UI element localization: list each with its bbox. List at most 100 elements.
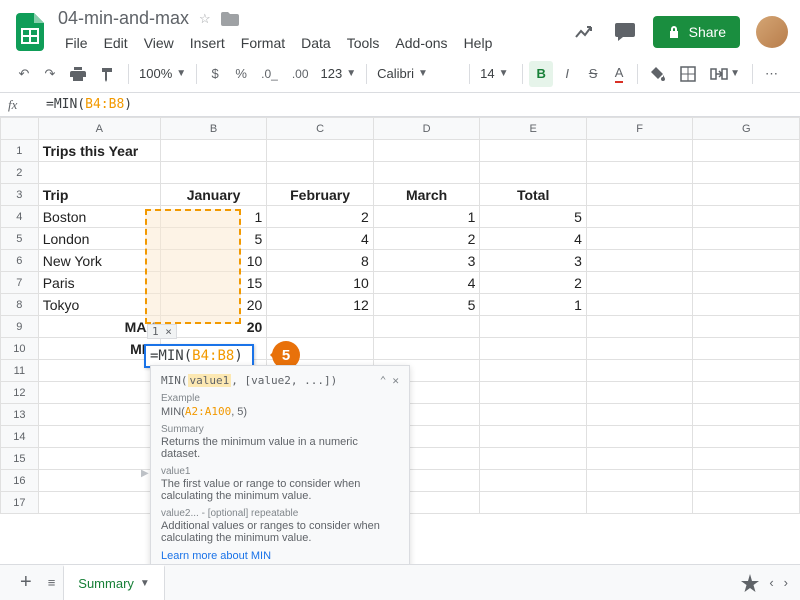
number-format-select[interactable]: 123▼ [317, 64, 361, 83]
col-B[interactable]: B [160, 118, 267, 140]
cell-C8[interactable]: 12 [267, 294, 374, 316]
cell-B3[interactable]: January [160, 184, 267, 206]
col-D[interactable]: D [373, 118, 480, 140]
avatar[interactable] [756, 16, 788, 48]
col-A[interactable]: A [38, 118, 160, 140]
bold-button[interactable]: B [529, 61, 553, 87]
row-7[interactable]: 7 [1, 272, 39, 294]
cell-C3[interactable]: February [267, 184, 374, 206]
cell-A7[interactable]: Paris [38, 272, 160, 294]
explore-icon[interactable] [741, 574, 759, 592]
menu-format[interactable]: Format [234, 31, 292, 55]
cell-D8[interactable]: 5 [373, 294, 480, 316]
cell-E4[interactable]: 5 [480, 206, 587, 228]
more-button[interactable]: ⋯ [759, 61, 784, 87]
row-3[interactable]: 3 [1, 184, 39, 206]
menu-file[interactable]: File [58, 31, 95, 55]
fx-icon[interactable]: fx [0, 97, 40, 113]
cell-E3[interactable]: Total [480, 184, 587, 206]
row-11[interactable]: 11 [1, 360, 39, 382]
cell-A9[interactable]: MAX [38, 316, 160, 338]
cell-A6[interactable]: New York [38, 250, 160, 272]
percent-icon[interactable]: % [229, 61, 253, 87]
cell-A8[interactable]: Tokyo [38, 294, 160, 316]
cell-A4[interactable]: Boston [38, 206, 160, 228]
move-folder-icon[interactable] [221, 12, 239, 26]
row-8[interactable]: 8 [1, 294, 39, 316]
row-12[interactable]: 12 [1, 382, 39, 404]
borders-button[interactable] [674, 61, 702, 87]
col-E[interactable]: E [480, 118, 587, 140]
col-G[interactable]: G [693, 118, 800, 140]
row-9[interactable]: 9 [1, 316, 39, 338]
cell-A5[interactable]: London [38, 228, 160, 250]
cell-E6[interactable]: 3 [480, 250, 587, 272]
cell-E7[interactable]: 2 [480, 272, 587, 294]
sheet-tab-menu-icon[interactable]: ▼ [140, 578, 150, 589]
comments-icon[interactable] [613, 20, 637, 44]
undo-icon[interactable]: ↶ [12, 61, 36, 87]
cell-B5[interactable]: 5 [160, 228, 267, 250]
text-color-button[interactable]: A [607, 61, 631, 87]
cell-C4[interactable]: 2 [267, 206, 374, 228]
sheet-tab-summary[interactable]: Summary ▼ [63, 565, 165, 600]
formula-input[interactable]: =MIN(B4:B8) [40, 95, 800, 114]
redo-icon[interactable]: ↷ [38, 61, 62, 87]
chevron-right-icon[interactable]: ▶ [141, 468, 149, 479]
close-icon[interactable]: ✕ [392, 374, 399, 387]
add-sheet-button[interactable]: + [12, 567, 40, 598]
cell-C5[interactable]: 4 [267, 228, 374, 250]
cell-A10[interactable]: MIN [38, 338, 160, 360]
cell-D5[interactable]: 2 [373, 228, 480, 250]
explore-trend-icon[interactable] [573, 20, 597, 44]
row-6[interactable]: 6 [1, 250, 39, 272]
cell-B8[interactable]: 20 [160, 294, 267, 316]
decrease-decimal-icon[interactable]: .0_ [255, 61, 284, 87]
print-icon[interactable] [64, 61, 92, 87]
row-4[interactable]: 4 [1, 206, 39, 228]
zoom-select[interactable]: 100%▼ [135, 64, 190, 83]
cell-A3[interactable]: Trip [38, 184, 160, 206]
cell-C6[interactable]: 8 [267, 250, 374, 272]
col-C[interactable]: C [267, 118, 374, 140]
row-17[interactable]: 17 [1, 492, 39, 514]
select-all-corner[interactable] [1, 118, 39, 140]
increase-decimal-icon[interactable]: .00 [286, 61, 315, 87]
learn-more-link[interactable]: Learn more about MIN [161, 550, 271, 562]
sheets-logo[interactable] [12, 14, 48, 50]
paint-format-icon[interactable] [94, 61, 122, 87]
cell-C7[interactable]: 10 [267, 272, 374, 294]
menu-insert[interactable]: Insert [183, 31, 232, 55]
font-size-select[interactable]: 14▼ [476, 64, 516, 83]
cell-A1[interactable]: Trips this Year [38, 140, 160, 162]
cell-E8[interactable]: 1 [480, 294, 587, 316]
col-F[interactable]: F [586, 118, 693, 140]
scroll-right-icon[interactable]: › [784, 575, 788, 590]
row-16[interactable]: 16 [1, 470, 39, 492]
menu-edit[interactable]: Edit [97, 31, 135, 55]
cell-D7[interactable]: 4 [373, 272, 480, 294]
row-13[interactable]: 13 [1, 404, 39, 426]
menu-addons[interactable]: Add-ons [388, 31, 454, 55]
document-title[interactable]: 04-min-and-max [58, 8, 189, 29]
cell-D6[interactable]: 3 [373, 250, 480, 272]
italic-button[interactable]: I [555, 61, 579, 87]
menu-tools[interactable]: Tools [340, 31, 387, 55]
collapse-icon[interactable]: ⌃ [380, 374, 387, 387]
share-button[interactable]: Share [653, 16, 740, 48]
strikethrough-button[interactable]: S [581, 61, 605, 87]
cell-D3[interactable]: March [373, 184, 480, 206]
row-2[interactable]: 2 [1, 162, 39, 184]
fill-color-button[interactable] [644, 61, 672, 87]
currency-icon[interactable]: $ [203, 61, 227, 87]
row-5[interactable]: 5 [1, 228, 39, 250]
scroll-left-icon[interactable]: ‹ [769, 575, 773, 590]
row-14[interactable]: 14 [1, 426, 39, 448]
star-icon[interactable]: ☆ [199, 11, 211, 27]
spreadsheet-grid[interactable]: A B C D E F G 1Trips this Year 2 3 Trip … [0, 117, 800, 514]
cell-B6[interactable]: 10 [160, 250, 267, 272]
all-sheets-button[interactable]: ≡ [40, 571, 64, 594]
menu-data[interactable]: Data [294, 31, 338, 55]
menu-view[interactable]: View [137, 31, 181, 55]
row-10[interactable]: 10 [1, 338, 39, 360]
